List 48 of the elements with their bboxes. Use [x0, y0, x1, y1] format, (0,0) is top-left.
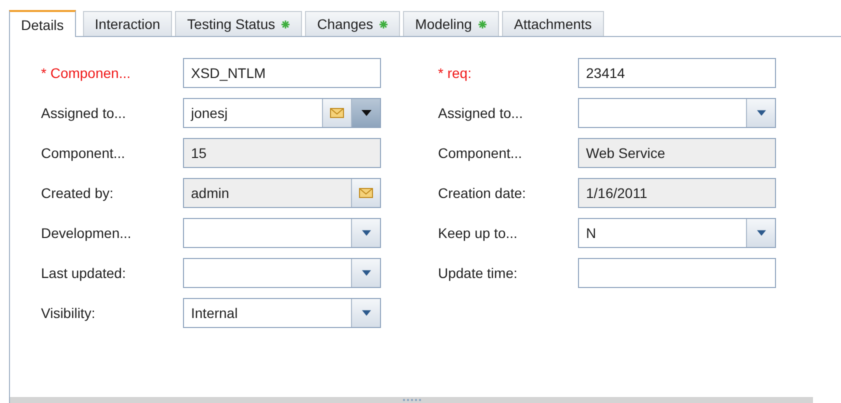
caret-icon	[362, 230, 370, 236]
combo-field[interactable]: admin	[183, 178, 381, 208]
text-field[interactable]	[578, 258, 776, 288]
dropdown-button[interactable]	[351, 219, 380, 247]
combo-field[interactable]: N	[578, 218, 776, 248]
caret-icon	[360, 110, 372, 116]
field-label: Component...	[41, 145, 126, 161]
caret-icon	[362, 310, 370, 316]
field-label: * req:	[438, 65, 472, 81]
tab[interactable]: Modeling	[403, 11, 499, 36]
combo-field[interactable]	[183, 258, 381, 288]
field-label: Creation date:	[438, 185, 527, 201]
combo-field[interactable]: Internal	[183, 298, 381, 328]
field-label: Component...	[438, 145, 524, 161]
combo-field[interactable]	[578, 98, 776, 128]
caret-icon	[756, 230, 766, 236]
field-label: Assigned to...	[438, 105, 524, 121]
text-field[interactable]: 1/16/2011	[578, 178, 776, 208]
combo-field[interactable]: jonesj	[183, 98, 381, 128]
field-label: Keep up to...	[438, 225, 518, 241]
field-label: Assigned to...	[41, 105, 127, 121]
tab[interactable]: Attachments	[502, 11, 604, 36]
caret-icon	[362, 270, 370, 276]
tab[interactable]: Changes	[305, 11, 400, 36]
mail-button[interactable]	[351, 179, 380, 207]
field-label: Developmen...	[41, 225, 132, 241]
tab[interactable]: Testing Status	[175, 11, 302, 36]
caret-icon	[756, 110, 766, 116]
tab[interactable]: Details	[9, 10, 76, 37]
text-field[interactable]: Web Service	[578, 138, 776, 168]
dropdown-button[interactable]	[351, 299, 380, 327]
text-field[interactable]: XSD_NTLM	[183, 58, 381, 88]
field-label: * Componen...	[41, 65, 132, 81]
field-label: Visibility:	[41, 305, 96, 321]
dropdown-button[interactable]	[351, 99, 380, 127]
dropdown-button[interactable]	[351, 259, 380, 287]
combo-field[interactable]	[183, 218, 381, 248]
envelope-icon	[330, 108, 344, 118]
dropdown-button[interactable]	[746, 99, 775, 127]
dropdown-button[interactable]	[746, 219, 775, 247]
field-label: Created by:	[41, 185, 114, 201]
field-label: Update time:	[438, 265, 518, 281]
envelope-icon	[359, 188, 373, 198]
field-label: Last updated:	[41, 265, 127, 281]
text-field[interactable]: 15	[183, 138, 381, 168]
grip-icon	[402, 398, 422, 402]
tab[interactable]: Interaction	[82, 11, 172, 36]
text-field[interactable]: 23414	[578, 58, 776, 88]
